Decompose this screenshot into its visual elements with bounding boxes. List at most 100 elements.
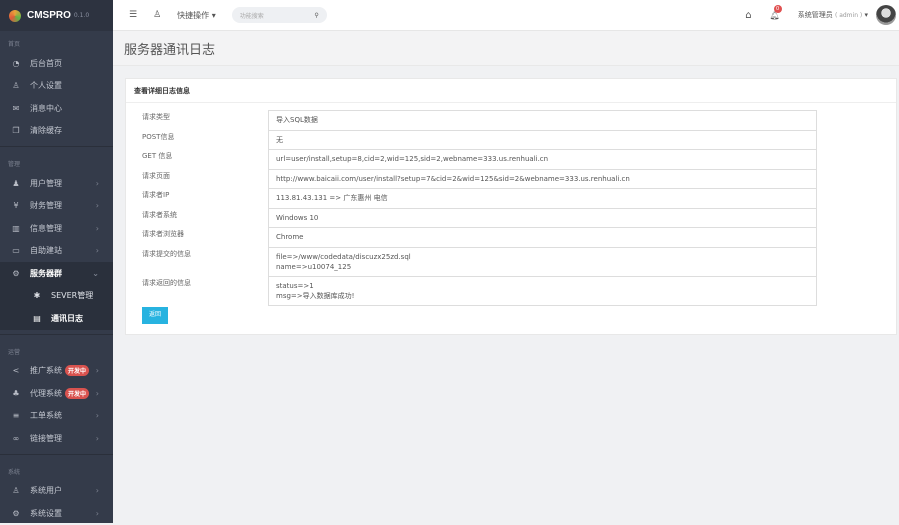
field-label: 请求者IP bbox=[142, 191, 170, 199]
divider bbox=[0, 453, 113, 455]
gear-icon: ✱ bbox=[33, 291, 41, 301]
sidebar-item-messages[interactable]: ✉ 消息中心 bbox=[0, 97, 113, 120]
field-label: POST信息 bbox=[142, 132, 175, 141]
sidebar-item-agent[interactable]: ♣ 代理系统 开发中 › bbox=[0, 382, 113, 405]
users-icon: ♟ bbox=[12, 178, 20, 188]
dashboard-icon: ◔ bbox=[12, 58, 20, 68]
monitor-icon: ▭ bbox=[12, 246, 20, 256]
menu-icon: ≡ bbox=[12, 411, 20, 421]
detail-row: 请求提交的信息 file=>/www/codedata/discuzx25zd.s… bbox=[142, 246, 817, 276]
chevron-right-icon: › bbox=[95, 411, 99, 421]
gear-icon: ⚙ bbox=[12, 508, 20, 518]
cogs-icon: ⚙ bbox=[12, 268, 20, 278]
field-value: file=>/www/codedata/discuzx25zd.sql name… bbox=[268, 246, 817, 276]
chevron-right-icon: › bbox=[95, 178, 99, 188]
sidebar-item-system-settings[interactable]: ⚙ 系统设置 › bbox=[0, 502, 113, 525]
sidebar-subitem-comm-log[interactable]: ▤ 通讯日志 bbox=[0, 307, 113, 330]
link-icon: ∞ bbox=[12, 433, 20, 443]
chevron-right-icon: › bbox=[95, 433, 99, 443]
sidebar-item-system-users[interactable]: ♙ 系统用户 › bbox=[0, 480, 113, 503]
panel-title: 查看详细日志信息 bbox=[126, 79, 896, 103]
sidebar-item-promotion[interactable]: < 推广系统 开发中 › bbox=[0, 360, 113, 383]
list-icon: ▤ bbox=[33, 313, 41, 323]
dev-badge: 开发中 bbox=[65, 387, 90, 399]
logo-icon bbox=[9, 9, 21, 22]
field-value: status=>1 msg=>导入数据库成功! bbox=[268, 275, 817, 306]
share-icon: < bbox=[12, 366, 20, 376]
sidebar-item-tickets[interactable]: ≡ 工单系统 › bbox=[0, 405, 113, 428]
field-label: 请求提交的信息 bbox=[142, 249, 191, 258]
detail-row: 请求者浏览器 Chrome bbox=[142, 227, 817, 247]
chevron-right-icon: › bbox=[95, 201, 99, 211]
detail-row: POST信息 无 bbox=[142, 129, 817, 149]
user-icon: ♙ bbox=[12, 81, 20, 91]
chevron-right-icon: › bbox=[95, 486, 99, 496]
topbar: ☰ ♙ 快捷操作 ▾ 功能搜索 ⚲ ⌂ 🔔︎ 0 系统管理员 ( admin ) ▾ bbox=[113, 0, 899, 31]
divider bbox=[0, 333, 113, 335]
copy-icon: ❐ bbox=[12, 126, 20, 136]
bell-icon[interactable]: 🔔︎ 0 bbox=[770, 4, 782, 20]
field-value: url=user/install,setup=8,cid=2,wid=125,s… bbox=[268, 149, 817, 169]
detail-row: GET 信息 url=user/install,setup=8,cid=2,wid… bbox=[142, 149, 817, 169]
chevron-right-icon: › bbox=[95, 223, 99, 233]
sidebar-item-links[interactable]: ∞ 链接管理 › bbox=[0, 427, 113, 450]
chevron-right-icon: › bbox=[95, 508, 99, 518]
field-label: 请求页面 bbox=[142, 171, 170, 180]
field-value: http://www.baicaii.com/user/install?setu… bbox=[268, 168, 817, 188]
sitemap-icon: ♣ bbox=[12, 388, 20, 398]
detail-row: 请求者IP 113.81.43.131 => 广东惠州 电信 bbox=[142, 188, 817, 208]
field-value: Chrome bbox=[268, 227, 817, 247]
mail-icon: ✉ bbox=[12, 103, 20, 113]
section-title: 系统 bbox=[8, 468, 21, 476]
field-value: 无 bbox=[268, 129, 817, 149]
field-label: 请求者系统 bbox=[142, 210, 177, 219]
detail-row: 请求返回的信息 status=>1 msg=>导入数据库成功! bbox=[142, 275, 817, 306]
sidebar-item-site-builder[interactable]: ▭ 自助建站 › bbox=[0, 240, 113, 263]
page-title: 服务器通讯日志 bbox=[113, 31, 899, 66]
back-button[interactable]: 返回 bbox=[142, 307, 168, 324]
notification-badge: 0 bbox=[773, 4, 782, 13]
sidebar-item-info[interactable]: ▥ 信息管理 › bbox=[0, 217, 113, 240]
user-icon[interactable]: ♙ bbox=[153, 10, 161, 20]
chevron-right-icon: › bbox=[95, 366, 99, 376]
sidebar-item-clear-cache[interactable]: ❐ 清除缓存 bbox=[0, 120, 113, 143]
sidebar-subitem-server-manage[interactable]: ✱ SEVER管理 bbox=[0, 284, 113, 307]
section-title: 管理 bbox=[8, 161, 21, 168]
field-label: GET 信息 bbox=[142, 152, 173, 160]
divider bbox=[0, 146, 113, 147]
sidebar-item-users[interactable]: ♟ 用户管理 › bbox=[0, 172, 113, 195]
yen-icon: ¥ bbox=[13, 201, 19, 211]
sidebar-item-profile[interactable]: ♙ 个人设置 bbox=[0, 75, 113, 98]
user-menu[interactable]: 系统管理员 ( admin ) ▾ bbox=[798, 10, 868, 20]
detail-row: 请求者系统 Windows 10 bbox=[142, 207, 817, 227]
search-icon[interactable]: ⚲ bbox=[314, 12, 318, 19]
field-value: Windows 10 bbox=[268, 207, 817, 227]
chevron-right-icon: › bbox=[95, 246, 99, 256]
section-title: 运营 bbox=[8, 348, 21, 356]
detail-row: 请求类型 导入SQL数据 bbox=[142, 110, 817, 130]
field-label: 请求返回的信息 bbox=[142, 278, 191, 287]
sidebar: CMSPRO 0.1.0 首页 ◔ 后台首页 ♙ 个人设置 ✉ 消息中心 ❐ 清除缓存 管… bbox=[0, 0, 113, 523]
chevron-down-icon: ⌄ bbox=[92, 268, 99, 278]
field-label: 请求类型 bbox=[142, 113, 170, 121]
users-icon: ♙ bbox=[12, 486, 20, 496]
field-value: 113.81.43.131 => 广东惠州 电信 bbox=[268, 188, 817, 208]
avatar[interactable] bbox=[876, 5, 896, 25]
quick-ops-dropdown[interactable]: 快捷操作 ▾ bbox=[177, 10, 216, 21]
log-detail-panel: 查看详细日志信息 请求类型 导入SQL数据 POST信息 无 GET 信息 url=use… bbox=[125, 78, 897, 335]
detail-row: 请求页面 http://www.baicaii.com/user/install?… bbox=[142, 168, 817, 188]
home-icon[interactable]: ⌂ bbox=[745, 10, 751, 21]
dev-badge: 开发中 bbox=[65, 365, 90, 377]
search-input[interactable]: 功能搜索 ⚲ bbox=[231, 7, 327, 23]
menu-toggle-icon[interactable]: ☰ bbox=[129, 10, 137, 20]
field-label: 请求者浏览器 bbox=[142, 230, 184, 238]
sidebar-item-finance[interactable]: ¥ 财务管理 › bbox=[0, 195, 113, 218]
logo[interactable]: CMSPRO 0.1.0 bbox=[0, 0, 113, 31]
columns-icon: ▥ bbox=[12, 223, 20, 233]
sidebar-item-servers[interactable]: ⚙ 服务器群 ⌄ bbox=[0, 262, 113, 285]
chevron-right-icon: › bbox=[95, 388, 99, 398]
detail-list: 请求类型 导入SQL数据 POST信息 无 GET 信息 url=user/install… bbox=[142, 110, 817, 306]
field-value: 导入SQL数据 bbox=[268, 110, 817, 130]
section-title: 首页 bbox=[8, 41, 21, 48]
sidebar-item-dashboard[interactable]: ◔ 后台首页 bbox=[0, 52, 113, 75]
